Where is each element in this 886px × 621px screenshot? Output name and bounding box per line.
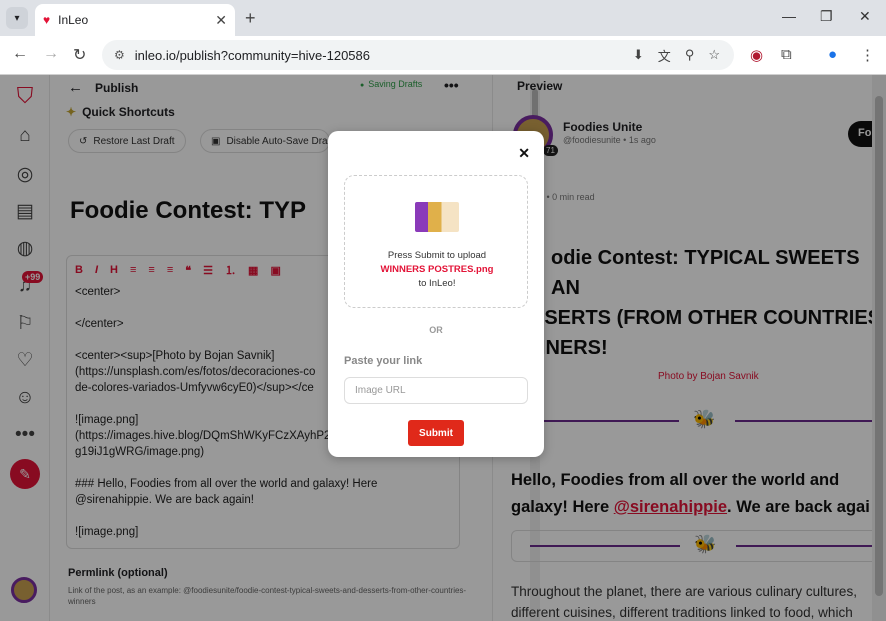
minimize-icon[interactable]: — [782,8,796,24]
zoom-icon[interactable]: ⚲ [685,47,695,63]
window-close-icon[interactable]: ✕ [859,8,871,25]
site-info-icon[interactable]: ⚙ [114,48,125,62]
upload-file-name: WINNERS POSTRES.png [380,264,494,275]
modal-close-icon[interactable]: ✕ [518,145,530,162]
translate-icon[interactable]: 文 [658,46,671,65]
tab-search-icon[interactable]: ▾ [6,7,28,29]
upload-dropzone[interactable]: Press Submit to upload WINNERS POSTRES.p… [344,175,528,308]
back-icon[interactable]: ← [12,45,28,63]
browser-toolbar: ← → ↻ ⚙ inleo.io/publish?community=hive-… [0,36,886,75]
profile-icon[interactable]: ● [828,46,837,63]
install-app-icon[interactable]: ⬇ [633,47,644,63]
bookmark-star-icon[interactable]: ☆ [708,47,720,63]
extension-icon[interactable]: ◉ [750,46,763,64]
address-bar[interactable]: ⚙ inleo.io/publish?community=hive-120586… [102,40,734,70]
or-separator: OR [429,325,443,335]
extensions-puzzle-icon[interactable]: ⧉ [781,46,792,63]
paste-link-label: Paste your link [344,355,423,367]
forward-icon[interactable]: → [43,45,59,63]
image-thumbnail [415,202,459,232]
browser-tab[interactable]: ♥ InLeo ✕ [35,4,235,36]
url-text: inleo.io/publish?community=hive-120586 [134,47,370,63]
browser-tab-bar: ▾ ♥ InLeo ✕ + — ❐ ✕ [0,0,886,36]
restore-icon[interactable]: ❐ [820,8,833,25]
upload-target: to InLeo! [418,278,456,289]
image-url-input[interactable] [344,377,528,404]
upload-prompt: Press Submit to upload [387,250,487,261]
tab-close-icon[interactable]: ✕ [215,12,227,29]
inleo-favicon-icon: ♥ [43,13,51,27]
submit-button[interactable]: Submit [408,420,464,446]
reload-icon[interactable]: ↻ [73,45,86,65]
tab-title: InLeo [58,13,89,27]
new-tab-icon[interactable]: + [245,8,256,29]
browser-menu-icon[interactable]: ⋮ [860,46,875,64]
image-upload-modal: ✕ Press Submit to upload WINNERS POSTRES… [328,131,544,457]
